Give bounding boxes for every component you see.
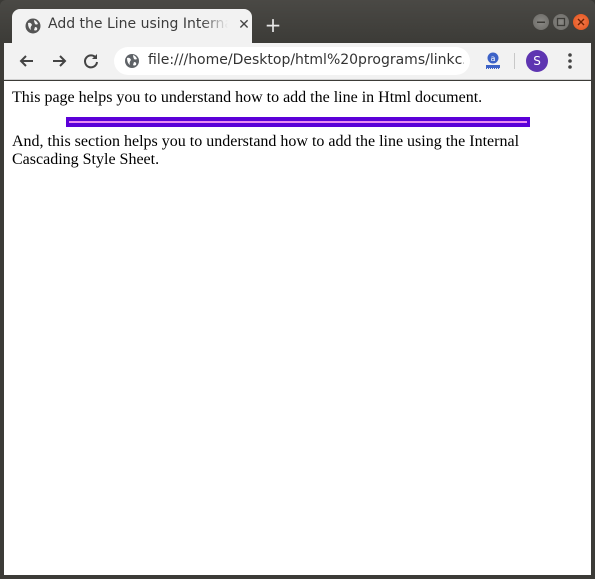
browser-toolbar: file:///home/Desktop/html%20programs/lin…: [4, 43, 591, 80]
new-tab-button[interactable]: +: [262, 15, 284, 37]
globe-icon: [125, 54, 139, 68]
close-window-button[interactable]: [573, 14, 589, 30]
page-viewport: This page helps you to understand how to…: [4, 81, 591, 575]
maximize-icon: [556, 17, 566, 27]
maximize-button[interactable]: [553, 14, 569, 30]
browser-window: Add the Line using Internal Cascading St…: [0, 0, 595, 579]
kebab-menu-icon[interactable]: [564, 51, 576, 71]
arrow-right-icon[interactable]: [49, 51, 69, 71]
paragraph-section: And, this section helps you to understan…: [12, 133, 520, 168]
paragraph-intro: This page helps you to understand how to…: [12, 89, 483, 106]
close-icon: [577, 18, 585, 26]
svg-text:a: a: [491, 54, 496, 63]
arrow-left-icon[interactable]: [17, 51, 37, 71]
address-bar[interactable]: file:///home/Desktop/html%20programs/lin…: [114, 47, 470, 75]
toolbar-separator: [514, 53, 515, 69]
tab-title: Add the Line using Internal Cascading St…: [48, 16, 228, 32]
title-bar: Add the Line using Internal Cascading St…: [0, 0, 595, 43]
profile-avatar[interactable]: S: [526, 50, 548, 72]
minimize-icon: [537, 21, 545, 23]
tab-active[interactable]: Add the Line using Internal Cascading St…: [12, 9, 252, 43]
page-content: This page helps you to understand how to…: [12, 89, 583, 169]
tab-close-button[interactable]: ✕: [236, 17, 252, 33]
reader-extension-icon[interactable]: a: [483, 51, 503, 71]
minimize-button[interactable]: [533, 14, 549, 30]
globe-icon: [25, 18, 41, 34]
url-text[interactable]: file:///home/Desktop/html%20programs/lin…: [148, 52, 464, 70]
horizontal-rule: [66, 117, 530, 127]
reload-icon[interactable]: [81, 51, 101, 71]
